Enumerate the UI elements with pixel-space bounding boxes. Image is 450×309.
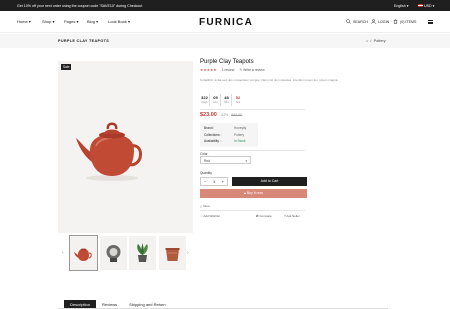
countdown-days: 322 Days	[200, 94, 210, 106]
product-title: Purple Clay Teapots	[200, 59, 254, 65]
cart-icon	[393, 19, 398, 24]
nav-blog[interactable]: Blog ▾	[87, 19, 98, 24]
countdown-seconds: 52 Sec	[235, 95, 241, 104]
product-meta: Brand : Honeylly Collections : Pottery Ava…	[200, 123, 258, 147]
quantity-value[interactable]: 1	[213, 180, 215, 184]
buy-now-button[interactable]: 🔒︎ Buy it now	[200, 189, 307, 198]
countdown-hours: 09 Hrs	[211, 94, 221, 106]
breadcrumb-separator: /	[370, 39, 372, 43]
product-description: Cobalithic ut dia sed dos consectetur co…	[200, 78, 339, 82]
thumbnail-pot[interactable]	[159, 236, 186, 270]
sale-badge: Sale	[61, 64, 72, 70]
nav-home[interactable]: Home ▾	[17, 19, 31, 24]
original-price: $40.00	[231, 113, 243, 117]
site-header: Home ▾ Shop ▾ Pages ▾ Blog ▾ Look Book ▾…	[0, 11, 450, 33]
search-button[interactable]: SEARCH	[346, 19, 368, 24]
page-title: PURPLE CLAY TEAPOTS	[58, 39, 110, 43]
divider	[200, 210, 305, 211]
compare-link[interactable]: ⇄ Compare	[256, 214, 272, 218]
discount-badge: -43%	[219, 113, 229, 117]
review-count[interactable]: 1 review	[222, 68, 235, 72]
product-main-image[interactable]: Sale	[58, 61, 193, 233]
quantity-minus-button[interactable]: −	[204, 180, 206, 184]
us-flag-icon	[418, 3, 423, 7]
quantity-label: Quantity	[200, 171, 212, 175]
meta-availability: Availability : In Stock	[204, 139, 246, 144]
lock-icon: 🔒︎	[243, 191, 246, 195]
breadcrumb-bar: PURPLE CLAY TEAPOTS ⌂ / Pottery	[0, 34, 450, 48]
thumbs-prev-arrow[interactable]: ‹	[62, 250, 64, 256]
breadcrumb-current: Pottery	[373, 39, 386, 43]
color-label: Color	[200, 151, 208, 156]
thumbnail-plant[interactable]	[129, 236, 156, 270]
breadcrumb: ⌂ / Pottery	[366, 39, 386, 43]
login-button[interactable]: LOGIN	[371, 19, 389, 24]
price-row: $23.00 -43% $40.00	[200, 112, 242, 118]
cart-button[interactable]: (0) ITEMS	[393, 19, 416, 24]
quantity-plus-button[interactable]: +	[222, 180, 224, 184]
promo-text: Get 10% off your next order using the co…	[17, 3, 143, 8]
add-to-cart-button[interactable]: Add to Cart	[232, 177, 307, 186]
write-review-link[interactable]: ✎ Write a review	[239, 68, 264, 72]
rating-stars[interactable]: ★★★★★	[200, 68, 217, 72]
color-select[interactable]: Red ▾	[200, 156, 251, 164]
search-icon	[346, 19, 351, 24]
thumbs-next-arrow[interactable]: ›	[187, 250, 189, 256]
dome-lamp-thumb-image	[106, 245, 121, 262]
quantity-stepper[interactable]: − 1 +	[200, 177, 228, 186]
currency-select[interactable]: USD ▾	[418, 3, 434, 8]
pot-thumb-image	[165, 248, 180, 261]
pencil-icon: ✎	[239, 68, 243, 72]
user-icon	[371, 19, 376, 24]
nav-look-book[interactable]: Look Book ▾	[108, 19, 130, 24]
thumbnail-teapot[interactable]	[69, 235, 98, 271]
ask-seller-link[interactable]: ? Ask Seller	[284, 214, 300, 218]
sale-price: $23.00	[200, 112, 217, 118]
language-select[interactable]: English ▾	[394, 4, 409, 8]
color-select-value: Red	[204, 159, 210, 163]
teapot-image	[76, 122, 142, 181]
countdown-timer: 322 Days 09 Hrs 48 Min 52 Sec	[200, 94, 244, 106]
promo-bar: Get 10% off your next order using the co…	[0, 0, 450, 11]
chevron-down-icon: ▾	[245, 159, 247, 163]
plant-thumb-image	[137, 243, 148, 262]
divider	[200, 150, 305, 151]
home-icon[interactable]: ⌂	[366, 39, 368, 43]
rating-row: ★★★★★ 1 review ✎ Write a review	[200, 68, 265, 72]
countdown-minutes: 48 Min	[222, 94, 232, 106]
teapot-thumb-image	[74, 248, 92, 261]
nav-shop[interactable]: Shop ▾	[42, 19, 54, 24]
wishlist-link[interactable]: ♡ Add Wishlist	[200, 214, 220, 218]
divider	[200, 109, 305, 110]
more-link[interactable]: △ More	[200, 204, 210, 208]
menu-icon[interactable]	[428, 20, 433, 24]
site-logo[interactable]: FURNICA	[199, 17, 253, 28]
thumbnail-dome-lamp[interactable]	[100, 236, 127, 270]
nav-pages[interactable]: Pages ▾	[64, 19, 78, 24]
